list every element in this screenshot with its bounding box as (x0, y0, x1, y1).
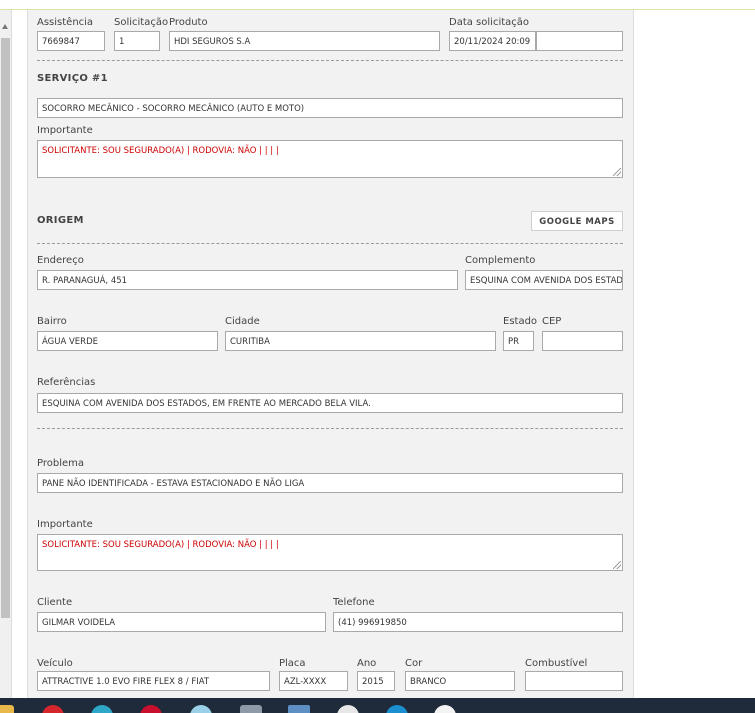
folder-icon[interactable] (0, 705, 14, 713)
servico-title: SERVIÇO #1 (37, 73, 108, 84)
data-solicitacao-field[interactable]: 20/11/2024 20:09 (449, 31, 536, 51)
cidade-label: Cidade (225, 316, 260, 327)
bairro-label: Bairro (37, 316, 67, 327)
endereco-field[interactable]: R. PARANAGUÁ, 451 (37, 270, 458, 290)
cep-field[interactable] (542, 331, 623, 351)
opera-icon[interactable] (42, 705, 64, 713)
servico-importante-text: SOLICITANTE: SOU SEGURADO(A) | RODOVIA: … (42, 146, 279, 156)
google-maps-button[interactable]: GOOGLE MAPS (531, 211, 623, 231)
browser-top-edge (0, 0, 755, 10)
problema-importante-text: SOLICITANTE: SOU SEGURADO(A) | RODOVIA: … (42, 540, 279, 550)
assistencia-field[interactable]: 7669847 (37, 31, 105, 51)
cliente-label: Cliente (37, 597, 73, 608)
servico-importante-textarea[interactable]: SOLICITANTE: SOU SEGURADO(A) | RODOVIA: … (37, 140, 623, 178)
placa-field[interactable]: AZL-XXXX (279, 671, 348, 691)
produto-label: Produto (169, 17, 208, 28)
scrollbar-thumb[interactable] (1, 38, 10, 618)
problema-importante-textarea[interactable]: SOLICITANTE: SOU SEGURADO(A) | RODOVIA: … (37, 534, 623, 571)
telefone-field[interactable]: (41) 996919850 (333, 612, 623, 632)
problema-label: Problema (37, 458, 85, 469)
estado-field[interactable]: PR (503, 331, 534, 351)
solicitacao-field[interactable]: 1 (114, 31, 160, 51)
section-divider (37, 428, 623, 429)
file-explorer-icon[interactable] (240, 705, 262, 713)
origem-title: ORIGEM (37, 215, 84, 226)
resize-grip-icon[interactable] (613, 168, 621, 176)
problema-importante-label: Importante (37, 519, 93, 530)
chrome-alt-icon[interactable] (434, 705, 456, 713)
estado-label: Estado (503, 316, 538, 327)
cor-label: Cor (405, 658, 423, 669)
edge-icon[interactable] (91, 705, 113, 713)
solicitacao-label: Solicitação (114, 17, 169, 28)
opera-gx-icon[interactable] (140, 705, 162, 713)
bairro-field[interactable]: ÁGUA VERDE (37, 331, 218, 351)
windows-taskbar (0, 698, 755, 713)
data-solicitacao-label: Data solicitação (449, 17, 530, 28)
edge-dev-icon[interactable] (386, 705, 408, 713)
section-divider (37, 243, 623, 244)
cliente-field[interactable]: GILMAR VOIDELA (37, 612, 326, 632)
veiculo-field[interactable]: ATTRACTIVE 1.0 EVO FIRE FLEX 8 / FIAT (37, 671, 270, 691)
ano-label: Ano (357, 658, 377, 669)
endereco-label: Endereço (37, 255, 84, 266)
chrome-canary-icon[interactable] (190, 705, 212, 713)
combustivel-label: Combustível (525, 658, 588, 669)
referencias-label: Referências (37, 377, 96, 388)
servico-importante-label: Importante (37, 125, 93, 136)
complemento-label: Complemento (465, 255, 536, 266)
complemento-field[interactable]: ESQUINA COM AVENIDA DOS ESTADOS (465, 270, 623, 290)
assistencia-label: Assistência (37, 17, 94, 28)
telefone-label: Telefone (333, 597, 375, 608)
veiculo-label: Veículo (37, 658, 73, 669)
servico-field[interactable]: SOCORRO MECÂNICO - SOCORRO MECÂNICO (AUT… (37, 98, 623, 118)
cor-field[interactable]: BRANCO (405, 671, 515, 691)
referencias-field[interactable]: ESQUINA COM AVENIDA DOS ESTADOS, EM FREN… (37, 393, 623, 413)
cidade-field[interactable]: CURITIBA (225, 331, 496, 351)
section-divider (37, 60, 623, 61)
combustivel-field[interactable] (525, 671, 623, 691)
ano-field[interactable]: 2015 (357, 671, 395, 691)
data-solicitacao-extra-field[interactable] (536, 31, 623, 51)
problema-field[interactable]: PANE NÃO IDENTIFICADA - ESTAVA ESTACIONA… (37, 473, 623, 493)
page-scrollbar[interactable] (0, 10, 12, 698)
produto-field[interactable]: HDI SEGUROS S.A (169, 31, 440, 51)
placa-label: Placa (279, 658, 306, 669)
chrome-icon[interactable] (337, 705, 359, 713)
scroll-up-arrow-icon[interactable] (2, 24, 8, 29)
store-icon[interactable] (288, 705, 310, 713)
cep-label: CEP (542, 316, 562, 327)
resize-grip-icon[interactable] (613, 561, 621, 569)
